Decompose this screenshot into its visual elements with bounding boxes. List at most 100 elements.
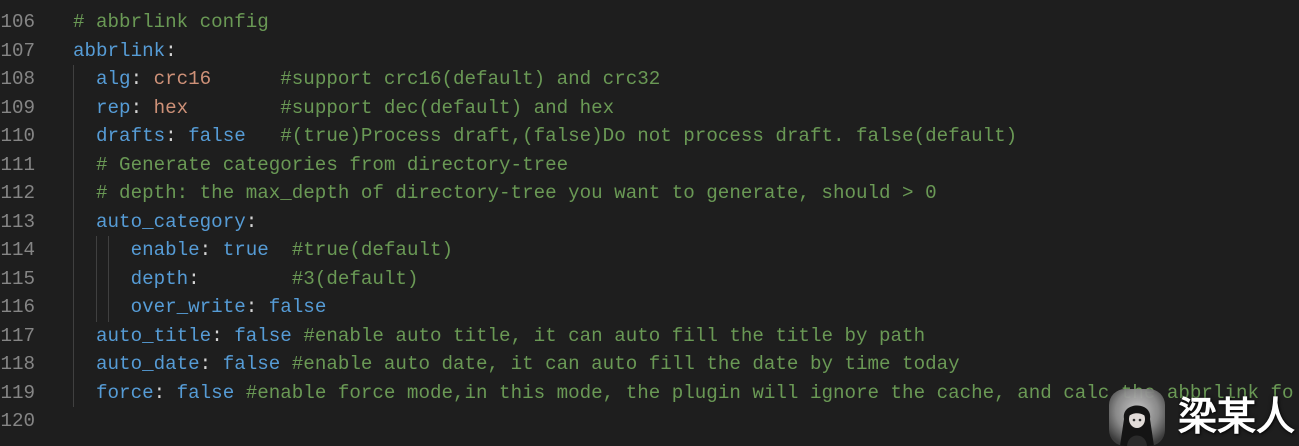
line-code[interactable]: auto_category:	[73, 208, 1299, 237]
line-number: 113	[0, 210, 35, 233]
yaml-key: depth	[130, 267, 189, 290]
code-line[interactable]: 110 drafts: false #(true)Process draft,(…	[0, 122, 1299, 151]
watermark: 梁某人	[1108, 388, 1298, 446]
code-line[interactable]: 112 # depth: the max_depth of directory-…	[0, 179, 1299, 208]
code-line[interactable]: 118 auto_date: false #enable auto date, …	[0, 350, 1299, 379]
yaml-value: false	[234, 324, 292, 347]
code-line[interactable]: 115 depth: #3(default)	[0, 265, 1299, 294]
line-code[interactable]: # abbrlink config	[73, 8, 1299, 37]
line-code[interactable]: enable: true #true(default)	[73, 236, 1299, 265]
comment-text: #support crc16(default) and crc32	[280, 68, 661, 90]
whitespace-gap	[280, 353, 292, 375]
line-code[interactable]: rep: hex #support dec(default) and hex	[73, 94, 1299, 123]
whitespace-gap	[211, 68, 280, 90]
yaml-value: crc16	[153, 68, 212, 90]
line-number: 112	[0, 182, 35, 204]
yaml-key: auto_category	[96, 210, 246, 233]
yaml-colon: :	[130, 68, 154, 90]
yaml-colon: :	[245, 210, 258, 233]
avatar-eye	[1138, 418, 1142, 422]
comment-text: #(true)Process draft,(false)Do not proce…	[280, 125, 1018, 147]
yaml-value: hex	[153, 96, 189, 119]
line-number: 114	[0, 239, 35, 261]
whitespace-gap	[234, 382, 246, 404]
line-code[interactable]: abbrlink:	[73, 37, 1299, 66]
line-code[interactable]: depth: #3(default)	[73, 265, 1299, 294]
whitespace-gap	[246, 125, 281, 147]
code-editor[interactable]: 106 # abbrlink config 107 abbrlink: 108 al…	[0, 0, 1299, 446]
yaml-colon: :	[130, 96, 154, 119]
line-number: 120	[0, 410, 35, 432]
comment-text: # Generate categories from directory-tre…	[96, 153, 569, 176]
code-line[interactable]: 116 over_write: false	[0, 293, 1299, 322]
whitespace-gap	[200, 268, 292, 290]
line-number: 116	[0, 296, 35, 318]
code-line[interactable]: 120	[0, 407, 1299, 436]
line-code[interactable]: # depth: the max_depth of directory-tree…	[73, 179, 1299, 208]
yaml-key: abbrlink	[73, 39, 166, 62]
comment-text: # depth: the max_depth of directory-tree…	[96, 182, 937, 204]
whitespace-gap	[269, 239, 292, 261]
yaml-key: auto_title	[96, 324, 212, 347]
line-code[interactable]: # Generate categories from directory-tre…	[73, 151, 1299, 180]
line-number: 119	[0, 381, 35, 404]
watermark-text: 梁某人	[1178, 395, 1296, 440]
yaml-key: force	[96, 381, 154, 404]
code-line[interactable]: 117 auto_title: false #enable auto title…	[0, 322, 1299, 351]
comment-text: #enable auto title, it can auto fill the…	[303, 324, 926, 347]
code-line[interactable]: 113 auto_category:	[0, 208, 1299, 237]
line-number: 117	[0, 324, 35, 347]
yaml-key: drafts	[96, 125, 166, 147]
comment-text: #enable auto date, it can auto fill the …	[291, 353, 960, 375]
whitespace-gap	[292, 325, 304, 347]
line-code[interactable]: over_write: false	[73, 293, 1299, 322]
line-number: 108	[0, 68, 35, 90]
yaml-colon: :	[199, 239, 223, 261]
code-line[interactable]: 114 enable: true #true(default)	[0, 236, 1299, 265]
avatar-icon	[1109, 389, 1165, 446]
yaml-colon: :	[188, 267, 200, 290]
code-line[interactable]: 111 # Generate categories from directory…	[0, 151, 1299, 180]
line-number: 109	[0, 96, 35, 119]
line-code[interactable]: drafts: false #(true)Process draft,(fals…	[73, 122, 1299, 151]
yaml-key: auto_date	[96, 353, 200, 375]
code-line[interactable]: 119 force: false #enable force mode,in t…	[0, 379, 1299, 408]
line-number: 107	[0, 39, 35, 62]
yaml-key: over_write	[130, 296, 246, 318]
line-number: 118	[0, 353, 35, 375]
yaml-colon: :	[165, 39, 177, 62]
code-line[interactable]: 108 alg: crc16 #support crc16(default) a…	[0, 65, 1299, 94]
yaml-colon: :	[199, 353, 223, 375]
yaml-colon: :	[245, 296, 269, 318]
comment-text: #support dec(default) and hex	[280, 96, 615, 119]
whitespace-gap	[188, 97, 280, 119]
code-line[interactable]: 106 # abbrlink config	[0, 8, 1299, 37]
comment-text: #true(default)	[291, 239, 453, 261]
line-code[interactable]: auto_title: false #enable auto title, it…	[73, 322, 1299, 351]
yaml-colon: :	[153, 381, 177, 404]
comment-text: #3(default)	[291, 267, 419, 290]
line-code[interactable]: alg: crc16 #support crc16(default) and c…	[73, 65, 1299, 94]
code-lines[interactable]: 106 # abbrlink config 107 abbrlink: 108 al…	[0, 8, 1299, 436]
yaml-colon: :	[165, 125, 189, 147]
code-line[interactable]: 107 abbrlink:	[0, 37, 1299, 66]
line-number: 110	[0, 125, 35, 147]
line-code[interactable]: auto_date: false #enable auto date, it c…	[73, 350, 1299, 379]
comment-text: # abbrlink config	[73, 11, 269, 33]
yaml-key: alg	[96, 68, 131, 90]
yaml-value: false	[188, 125, 246, 147]
code-line[interactable]: 109 rep: hex #support dec(default) and h…	[0, 94, 1299, 123]
avatar-eye	[1132, 418, 1136, 422]
yaml-value: false	[222, 353, 281, 375]
line-number: 115	[0, 267, 35, 290]
